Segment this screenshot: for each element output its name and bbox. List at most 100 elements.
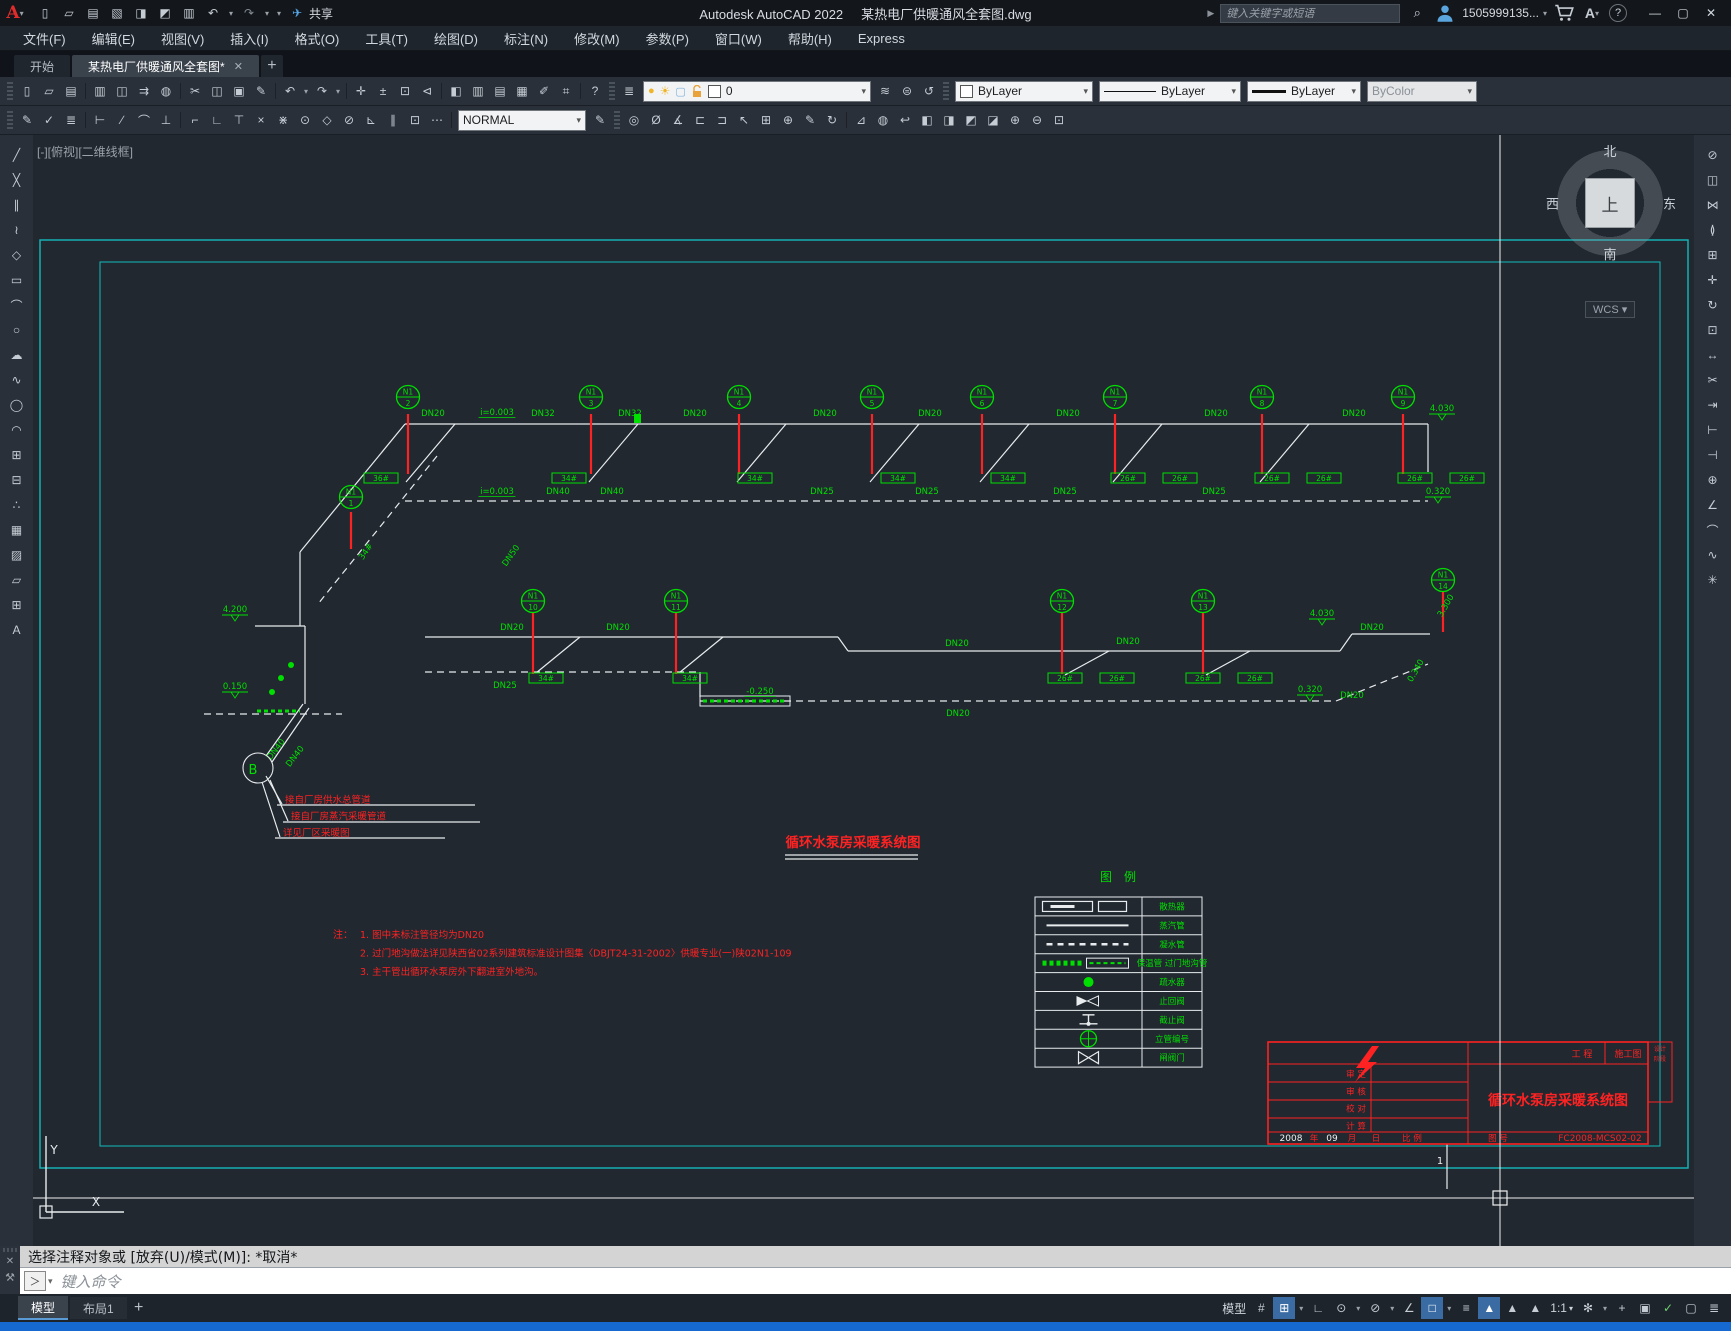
compass-south[interactable]: 南 (1603, 244, 1616, 263)
radiator-label[interactable]: 26# (1264, 474, 1280, 483)
snap-node-icon[interactable]: ⊡ (404, 110, 426, 130)
titleblock-row-label[interactable]: 审 定 (1346, 1069, 1366, 1080)
command-drag-grip[interactable] (3, 1248, 17, 1252)
cart-icon[interactable] (1553, 3, 1575, 23)
dim-radius-icon[interactable]: ◎ (623, 110, 645, 130)
arc-icon[interactable]: ⌒ (6, 293, 28, 317)
legend-name[interactable]: 闸阀门 (1159, 1053, 1185, 1064)
riser-number[interactable]: 12 (1057, 603, 1067, 612)
riser-tag[interactable]: N1 (586, 388, 597, 397)
layer-on-icon[interactable]: ● (648, 85, 655, 97)
pipe-label[interactable]: DN20 (1116, 637, 1140, 647)
riser-number[interactable]: 6 (980, 399, 985, 408)
dim-baseline-icon[interactable]: ⊏ (689, 110, 711, 130)
annotation-visibility-icon[interactable]: ▲ (1478, 1297, 1501, 1319)
legend-steam-trap-icon[interactable] (1083, 977, 1094, 988)
pipe-label[interactable]: DN40 (265, 737, 287, 762)
pipe-line[interactable] (1339, 633, 1353, 652)
riser-tag[interactable]: N1 (1257, 388, 1268, 397)
mirror-icon[interactable]: ⋈ (1702, 193, 1724, 217)
dim-ordinate-icon[interactable]: ⊥ (155, 110, 177, 130)
riser-number[interactable]: 7 (1113, 399, 1118, 408)
lineweight-display-icon[interactable]: ≡ (1455, 1297, 1477, 1319)
snap-midpoint-icon[interactable]: ⊤ (228, 110, 250, 130)
riser-number[interactable]: 5 (870, 399, 875, 408)
radiator-label[interactable]: 26# (1407, 474, 1423, 483)
lineweight-dropdown[interactable]: ByLayer ▾ (1247, 80, 1361, 102)
view-left-icon[interactable]: ◩ (960, 110, 982, 130)
notes-prefix[interactable]: 注： (333, 928, 353, 941)
osnap-caret-icon[interactable]: ▾ (1444, 1297, 1454, 1319)
menu-item-12[interactable]: Express (845, 26, 918, 50)
command-input[interactable]: ＞ ▾ 键入命令 (20, 1267, 1731, 1294)
riser-tag[interactable]: N1 (977, 388, 988, 397)
search-input[interactable]: 键入关键字或短语 (1220, 3, 1401, 23)
pipe-line[interactable] (837, 636, 849, 652)
layout-tab-layout1[interactable]: 布局1 (70, 1297, 127, 1319)
rotate-icon[interactable]: ↻ (1702, 293, 1724, 317)
pipe-label[interactable]: DN40 (284, 744, 306, 769)
chevron-down-icon[interactable]: ▾ (1351, 86, 1356, 97)
pan-icon[interactable]: ✛ (350, 81, 372, 101)
menu-item-7[interactable]: 标注(N) (491, 26, 561, 50)
connection-bubble[interactable] (242, 752, 274, 784)
break-at-point-icon[interactable]: ⊢ (1702, 418, 1724, 442)
offset-icon[interactable]: ≬ (1702, 218, 1724, 242)
ellipse-arc-icon[interactable]: ◠ (6, 418, 28, 442)
riser-number[interactable]: 2 (406, 399, 411, 408)
snap-parallel-icon[interactable]: ∥ (382, 110, 404, 130)
pipe-label[interactable]: DN20 (500, 623, 524, 633)
share-icon[interactable]: ✈ (286, 3, 308, 23)
zoom-in-icon[interactable]: ⊕ (1004, 110, 1026, 130)
chevron-down-icon[interactable]: ▾ (1467, 86, 1472, 97)
legend-name[interactable]: 截止阀 (1159, 1015, 1185, 1026)
redo-caret-icon[interactable]: ▾ (333, 81, 343, 101)
radiator-label[interactable]: 26# (1120, 474, 1136, 483)
radiator-label[interactable]: 34# (561, 474, 577, 483)
titleblock-row-label[interactable]: 审 核 (1346, 1086, 1366, 1097)
paste-icon[interactable]: ▣ (228, 81, 250, 101)
layer-translate-icon[interactable]: ≣ (60, 110, 82, 130)
titleblock-title[interactable]: 循环水泵房采暖系统图 (1488, 1092, 1628, 1109)
annotation-autoscale-icon[interactable]: ▲ (1501, 1297, 1523, 1319)
properties-palette-icon[interactable]: ◧ (445, 81, 467, 101)
trim-icon[interactable]: ✂ (1702, 368, 1724, 392)
pipe-label[interactable]: i=0.003 (480, 408, 514, 418)
titleblock-sheet-number[interactable]: FC2008-MCS02-02 (1558, 1134, 1642, 1144)
dim-update-icon[interactable]: ↻ (821, 110, 843, 130)
titleblock-year-label[interactable]: 年 (1310, 1133, 1319, 1144)
view-front-icon[interactable]: ◨ (938, 110, 960, 130)
tab-close-icon[interactable]: ✕ (234, 60, 243, 73)
match-properties-icon[interactable]: ✎ (250, 81, 272, 101)
pipe-label[interactable]: DN20 (918, 409, 942, 419)
riser-tag[interactable]: N1 (1198, 592, 1209, 601)
snap-perpendicular-icon[interactable]: ⊾ (360, 110, 382, 130)
save-to-mobile-icon[interactable]: ◩ (154, 3, 176, 23)
dim-tolerance-icon[interactable]: ⊞ (755, 110, 777, 130)
pipe-label[interactable]: DN25 (915, 487, 939, 497)
titleblock-row-label[interactable]: 计 算 (1346, 1121, 1366, 1132)
new-file-icon[interactable]: ▯ (34, 3, 56, 23)
layer-match-icon[interactable]: ⊜ (896, 81, 918, 101)
radiator-label[interactable]: 26# (1172, 474, 1188, 483)
isodraft-caret-icon[interactable]: ▾ (1387, 1297, 1397, 1319)
ellipse-icon[interactable]: ◯ (6, 393, 28, 417)
break-icon[interactable]: ⊣ (1702, 443, 1724, 467)
region-icon[interactable]: ▱ (6, 568, 28, 592)
ucs-icon[interactable]: ⊿ (850, 110, 872, 130)
layer-vp-freeze-icon[interactable]: ▢ (675, 85, 685, 98)
web-icon[interactable]: ◍ (155, 81, 177, 101)
legend-radiator-icon[interactable] (1097, 900, 1128, 913)
riser-number[interactable]: 11 (671, 603, 681, 612)
new-tab-button[interactable]: + (260, 55, 283, 77)
undo-caret-icon[interactable]: ▾ (301, 81, 311, 101)
save-icon[interactable]: ▤ (82, 3, 104, 23)
legend-check-valve-icon[interactable] (1076, 995, 1088, 1006)
tool-palettes-icon[interactable]: ▤ (489, 81, 511, 101)
close-button[interactable]: ✕ (1697, 2, 1725, 24)
ucs-x-label[interactable]: X (92, 1195, 100, 1209)
elevation-label[interactable]: 4.030 (1310, 609, 1334, 619)
riser-number[interactable]: 10 (528, 603, 538, 612)
redo-caret-icon[interactable]: ▾ (262, 3, 272, 23)
legend-title[interactable]: 图 例 (1100, 870, 1136, 884)
